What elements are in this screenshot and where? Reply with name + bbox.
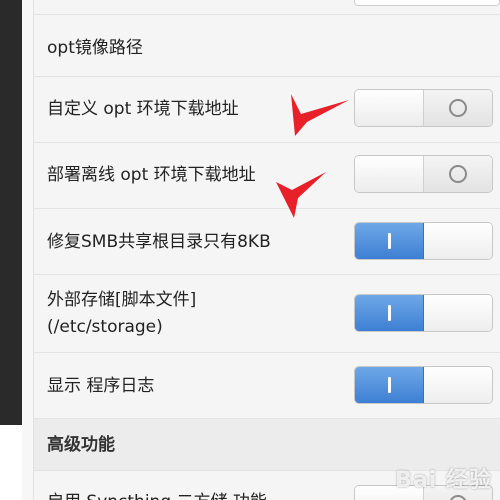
top-row-partial (34, 0, 500, 15)
external-storage-path: (/etc/storage) (47, 317, 163, 337)
toggle-on-icon (387, 305, 391, 321)
sidebar-divider (22, 0, 34, 500)
external-storage-label: 外部存储[脚本文件] (47, 290, 197, 310)
toggle-off-icon (448, 495, 467, 500)
row-show-program-log: 显示 程序日志 (34, 353, 500, 419)
advanced-section-title: 高级功能 (47, 435, 115, 455)
left-dark-sidebar (0, 0, 22, 425)
watermark: Bai 经验 (395, 468, 492, 493)
row-custom-opt-download: 自定义 opt 环境下载地址 (34, 77, 500, 143)
settings-panel: opt镜像路径 自定义 opt 环境下载地址 部署离线 opt 环境下载地址 修… (34, 0, 500, 500)
show-program-log-toggle[interactable] (354, 366, 493, 404)
syncthing-label: 启用 Syncthing 二方储 功能 (47, 489, 267, 500)
deploy-offline-opt-label: 部署离线 opt 环境下载地址 (47, 165, 256, 185)
row-opt-mirror-path: opt镜像路径 (34, 15, 500, 77)
external-storage-toggle[interactable] (354, 294, 493, 332)
row-deploy-offline-opt: 部署离线 opt 环境下载地址 (34, 143, 500, 209)
row-external-storage: 外部存储[脚本文件] (/etc/storage) (34, 275, 500, 353)
toggle-on-icon (387, 377, 391, 393)
toggle-off-icon (448, 165, 467, 183)
annotation-arrow-icon (291, 94, 349, 136)
fix-smb-share-toggle[interactable] (354, 222, 493, 260)
toggle-off-icon (448, 99, 467, 117)
toggle-on-icon (387, 233, 391, 249)
custom-opt-download-toggle[interactable] (354, 89, 493, 127)
custom-opt-download-label: 自定义 opt 环境下载地址 (47, 99, 239, 119)
fix-smb-share-label: 修复SMB共享根目录只有8KB (47, 232, 271, 252)
row-fix-smb-share: 修复SMB共享根目录只有8KB (34, 209, 500, 275)
show-program-log-label: 显示 程序日志 (47, 376, 155, 396)
annotation-arrow-icon (276, 172, 326, 218)
opt-mirror-path-label: opt镜像路径 (47, 38, 143, 58)
deploy-offline-opt-toggle[interactable] (354, 155, 493, 193)
